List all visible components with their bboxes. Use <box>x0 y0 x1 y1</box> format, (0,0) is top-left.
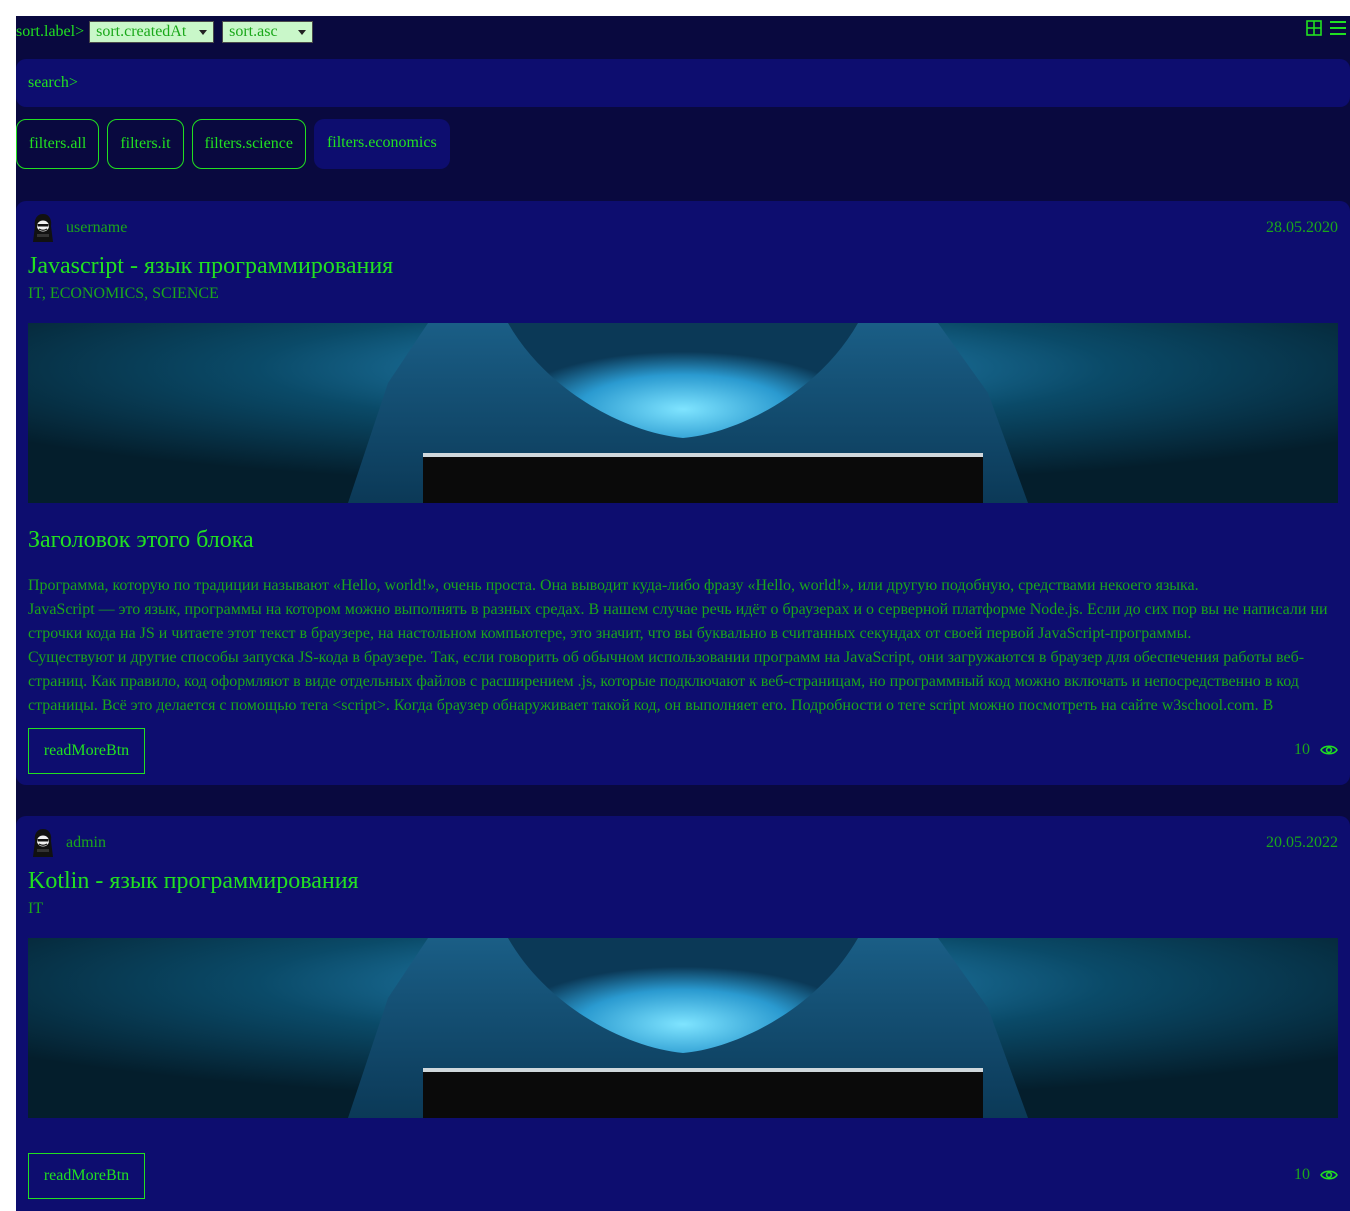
grid-view-icon[interactable] <box>1306 20 1322 36</box>
eye-icon <box>1320 745 1338 755</box>
filter-chips: filters.all filters.it filters.science f… <box>16 119 450 169</box>
post-cover-image <box>28 323 1338 503</box>
view-count: 10 <box>1294 1166 1338 1184</box>
post-author-name: admin <box>66 834 106 851</box>
search-input[interactable]: search> <box>16 59 1350 107</box>
post-date: 20.05.2022 <box>1266 834 1338 851</box>
post-author-name: username <box>66 219 128 236</box>
app-root: sort.label> sort.createdAt sort.asc sear… <box>16 16 1350 1211</box>
post-title: Kotlin - язык программирования <box>28 868 359 894</box>
sort-bar: sort.label> sort.createdAt sort.asc <box>16 19 321 45</box>
read-more-button[interactable]: readMoreBtn <box>28 1153 145 1199</box>
post-cover-image <box>28 938 1338 1118</box>
post-author[interactable]: username <box>28 213 127 243</box>
search-placeholder: search> <box>28 74 78 91</box>
hacker-avatar-icon <box>33 214 53 242</box>
post-title: Javascript - язык программирования <box>28 253 394 279</box>
view-count: 10 <box>1294 741 1338 759</box>
post-card: admin 20.05.2022 Kotlin - язык программи… <box>16 816 1350 1211</box>
chevron-down-icon <box>298 29 307 35</box>
chevron-down-icon <box>199 29 208 35</box>
post-author[interactable]: admin <box>28 828 106 858</box>
post-paragraph: Программа, которую по традиции называют … <box>28 577 1199 594</box>
sort-order-value: sort.asc <box>229 23 278 40</box>
filter-economics-label: filters.economics <box>326 133 437 151</box>
sort-label: sort.label> <box>16 23 85 40</box>
post-date: 28.05.2020 <box>1266 219 1338 236</box>
post-paragraph: Существуют и другие способы запуска JS-к… <box>28 649 1305 714</box>
read-more-button[interactable]: readMoreBtn <box>28 728 145 774</box>
filter-all-label: filters.all <box>29 135 87 152</box>
filter-economics[interactable]: filters.economics <box>313 119 450 169</box>
block-title: Заголовок этого блока <box>28 527 254 553</box>
post-paragraph: JavaScript — это язык, программы на кото… <box>28 601 1328 642</box>
hacker-avatar-icon <box>33 829 53 857</box>
list-view-icon[interactable] <box>1330 20 1346 36</box>
sort-order-select[interactable]: sort.asc <box>222 21 314 43</box>
post-body-text: Программа, которую по традиции называют … <box>28 574 1338 718</box>
filter-all[interactable]: filters.all <box>16 119 100 169</box>
view-toggle <box>1306 20 1346 36</box>
sort-field-select[interactable]: sort.createdAt <box>89 21 215 43</box>
filter-it[interactable]: filters.it <box>107 119 184 169</box>
sort-field-value: sort.createdAt <box>96 23 187 40</box>
filter-science[interactable]: filters.science <box>191 119 306 169</box>
view-count-value: 10 <box>1294 1166 1310 1183</box>
filter-it-label: filters.it <box>120 135 171 152</box>
post-tags: IT <box>28 900 44 917</box>
eye-icon <box>1320 1170 1338 1180</box>
post-tags: IT, ECONOMICS, SCIENCE <box>28 285 219 302</box>
view-count-value: 10 <box>1294 741 1310 758</box>
filter-science-label: filters.science <box>204 135 293 152</box>
post-card: username 28.05.2020 Javascript - язык пр… <box>16 201 1350 785</box>
